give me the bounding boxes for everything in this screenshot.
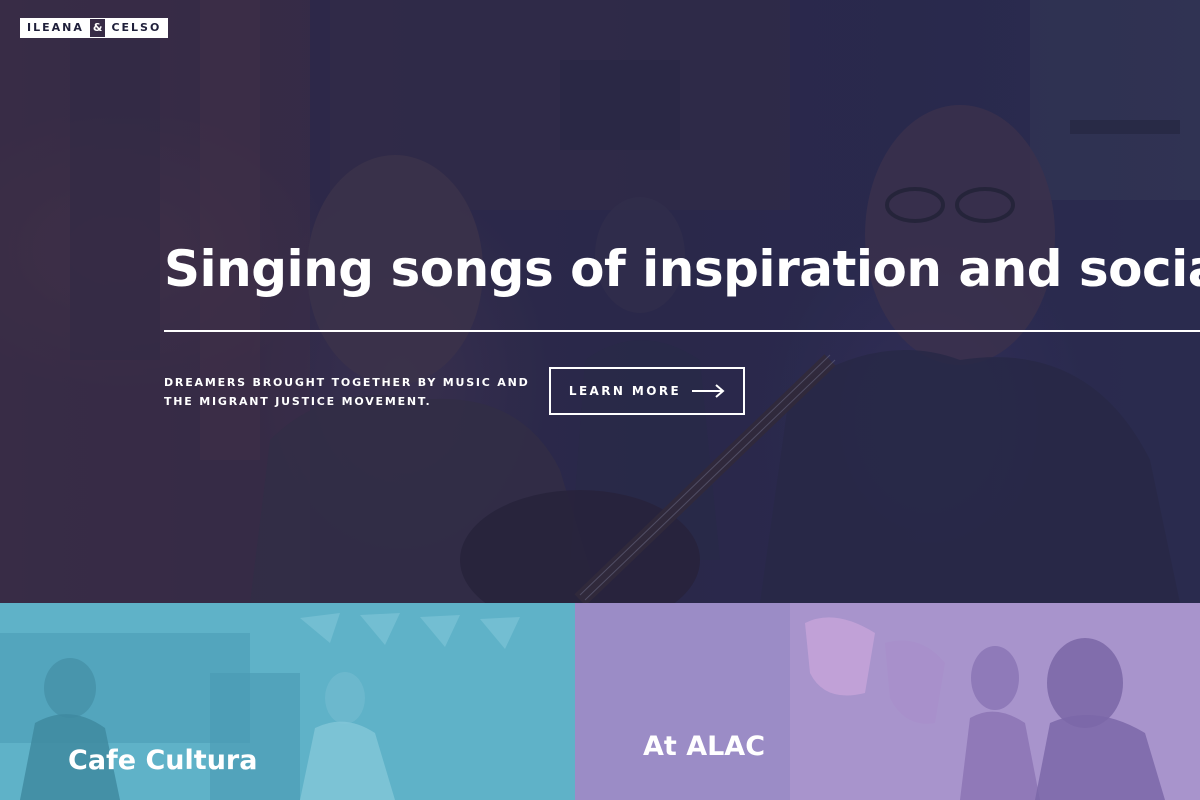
learn-more-label: LEARN MORE bbox=[568, 384, 682, 398]
learn-more-button[interactable]: LEARN MORE bbox=[549, 367, 745, 415]
logo-ampersand: & bbox=[92, 21, 103, 34]
hero-overlay bbox=[0, 0, 1200, 603]
logo-first-name: ILEANA bbox=[21, 19, 90, 37]
site-logo[interactable]: ILEANA & CELSO bbox=[20, 18, 169, 38]
landing-page: ILEANA & CELSO Singing songs of inspirat… bbox=[0, 0, 1200, 800]
card-at-alac-title: At ALAC bbox=[643, 731, 766, 762]
arrow-right-icon bbox=[692, 384, 725, 398]
card-cafe-cultura-title: Cafe Cultura bbox=[68, 745, 258, 776]
hero-section: ILEANA & CELSO Singing songs of inspirat… bbox=[0, 0, 1200, 603]
card-at-alac-photo bbox=[575, 603, 1200, 800]
hero-divider bbox=[164, 330, 1200, 332]
hero-tagline: DREAMERS BROUGHT TOGETHER BY MUSIC AND T… bbox=[164, 376, 530, 408]
card-at-alac[interactable]: At ALAC bbox=[575, 603, 1200, 800]
card-cafe-cultura[interactable]: Cafe Cultura bbox=[0, 603, 575, 800]
hero-headline: Singing songs of inspiration and social … bbox=[164, 240, 1200, 298]
logo-second-name: CELSO bbox=[105, 19, 168, 37]
